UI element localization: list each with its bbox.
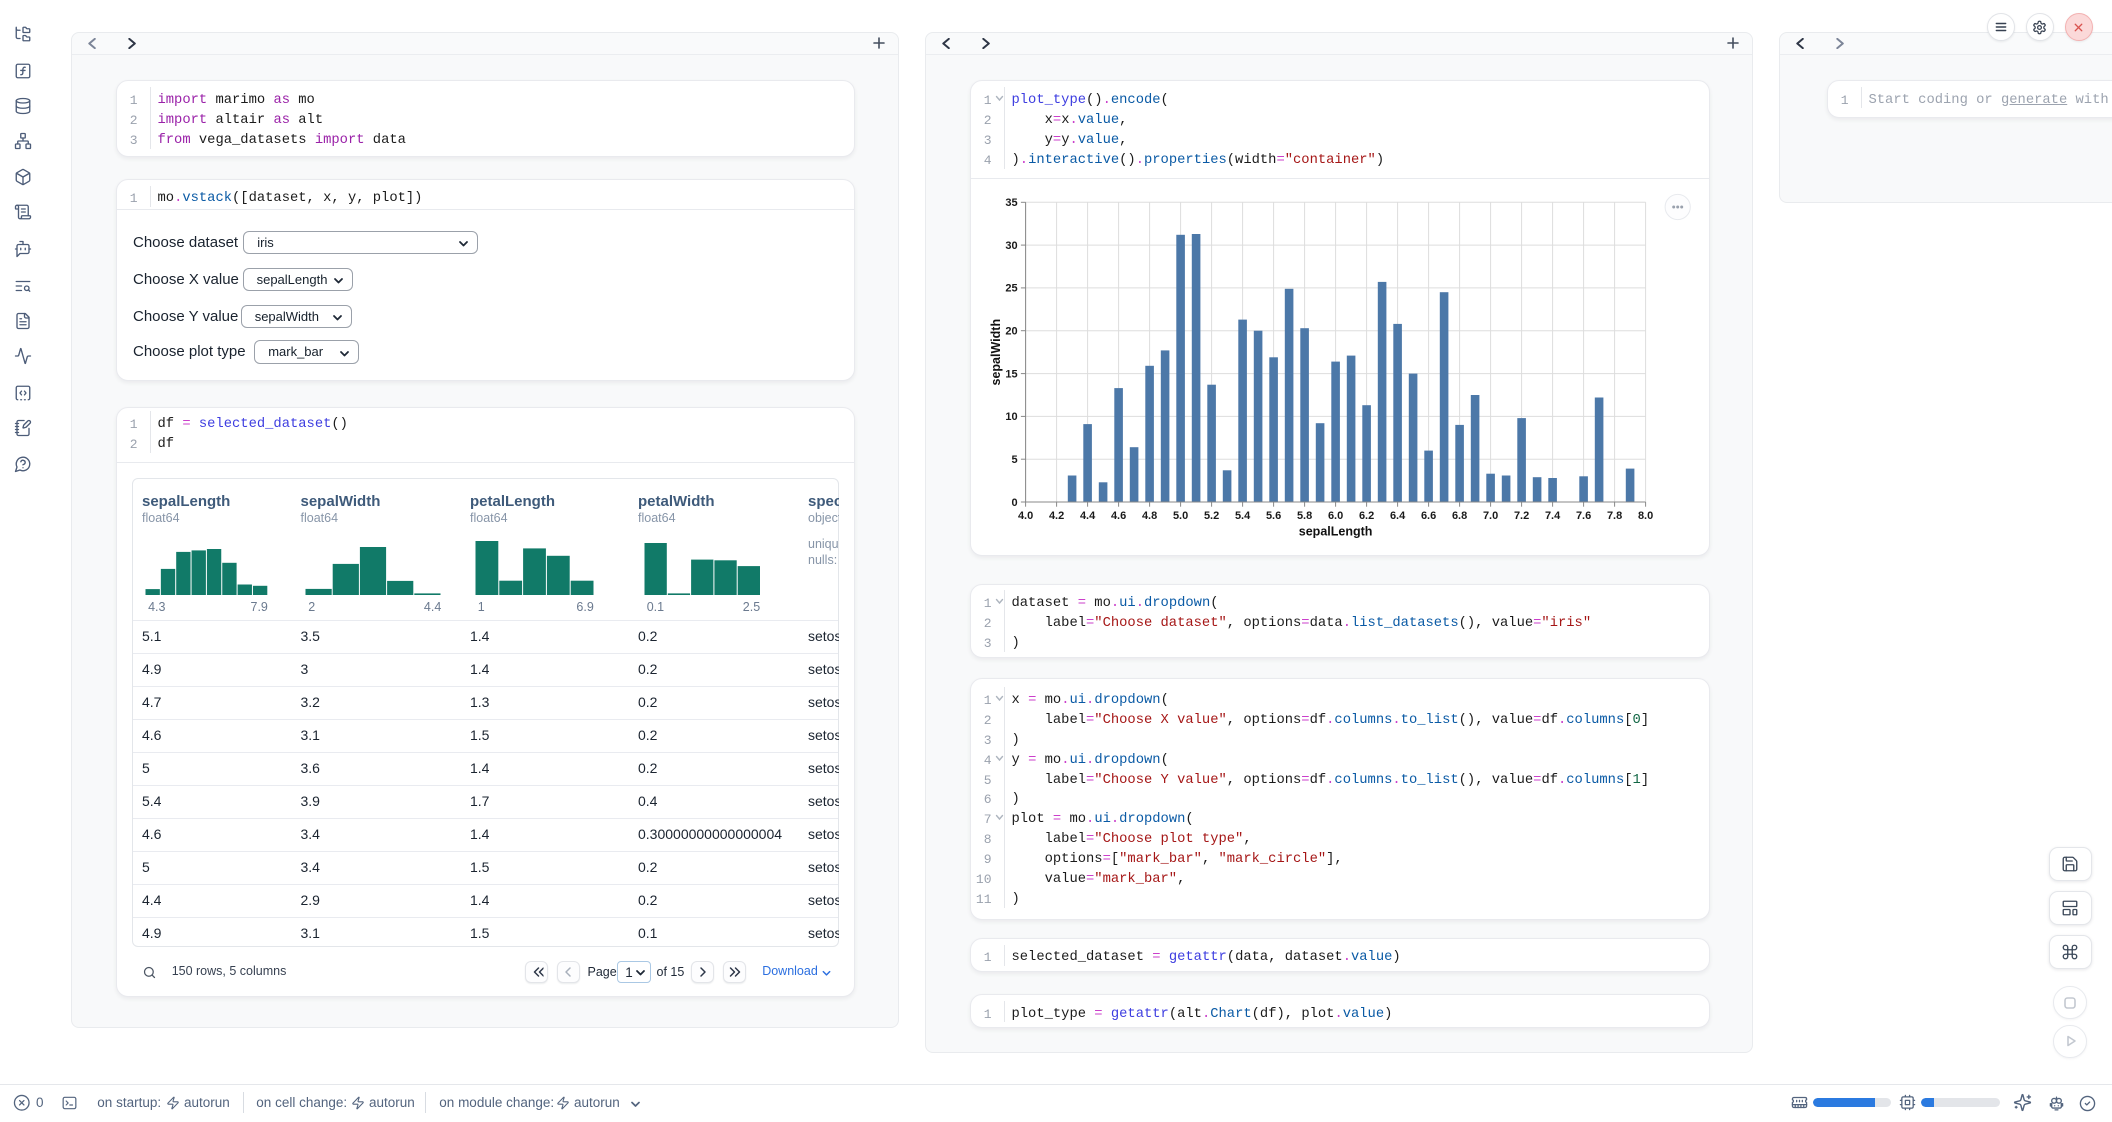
- svg-text:10: 10: [1005, 411, 1017, 423]
- svg-text:7.2: 7.2: [1514, 510, 1529, 522]
- svg-text:20: 20: [1005, 326, 1017, 338]
- svg-text:sepalWidth: sepalWidth: [989, 319, 1003, 386]
- svg-text:4.0: 4.0: [1018, 510, 1033, 522]
- svg-text:7.0: 7.0: [1483, 510, 1498, 522]
- svg-text:5.4: 5.4: [1235, 510, 1251, 522]
- svg-text:4.4: 4.4: [1080, 510, 1096, 522]
- svg-text:25: 25: [1005, 283, 1017, 295]
- svg-text:6.4: 6.4: [1390, 510, 1406, 522]
- svg-text:30: 30: [1005, 240, 1017, 252]
- svg-text:8.0: 8.0: [1638, 510, 1653, 522]
- svg-text:4.2: 4.2: [1049, 510, 1064, 522]
- svg-text:6.6: 6.6: [1421, 510, 1436, 522]
- svg-text:sepalLength: sepalLength: [1299, 525, 1373, 539]
- svg-text:7.4: 7.4: [1545, 510, 1561, 522]
- svg-text:6.8: 6.8: [1452, 510, 1467, 522]
- svg-text:5.0: 5.0: [1173, 510, 1188, 522]
- svg-text:4.8: 4.8: [1142, 510, 1157, 522]
- svg-text:0: 0: [1011, 497, 1017, 509]
- svg-text:5.8: 5.8: [1297, 510, 1312, 522]
- svg-text:6.0: 6.0: [1328, 510, 1343, 522]
- svg-text:4.6: 4.6: [1111, 510, 1126, 522]
- svg-text:35: 35: [1005, 197, 1017, 209]
- svg-text:6.2: 6.2: [1359, 510, 1374, 522]
- svg-text:5: 5: [1011, 454, 1017, 466]
- svg-text:15: 15: [1005, 368, 1017, 380]
- svg-text:5.2: 5.2: [1204, 510, 1219, 522]
- svg-text:5.6: 5.6: [1266, 510, 1281, 522]
- svg-text:7.8: 7.8: [1607, 510, 1622, 522]
- svg-text:7.6: 7.6: [1576, 510, 1591, 522]
